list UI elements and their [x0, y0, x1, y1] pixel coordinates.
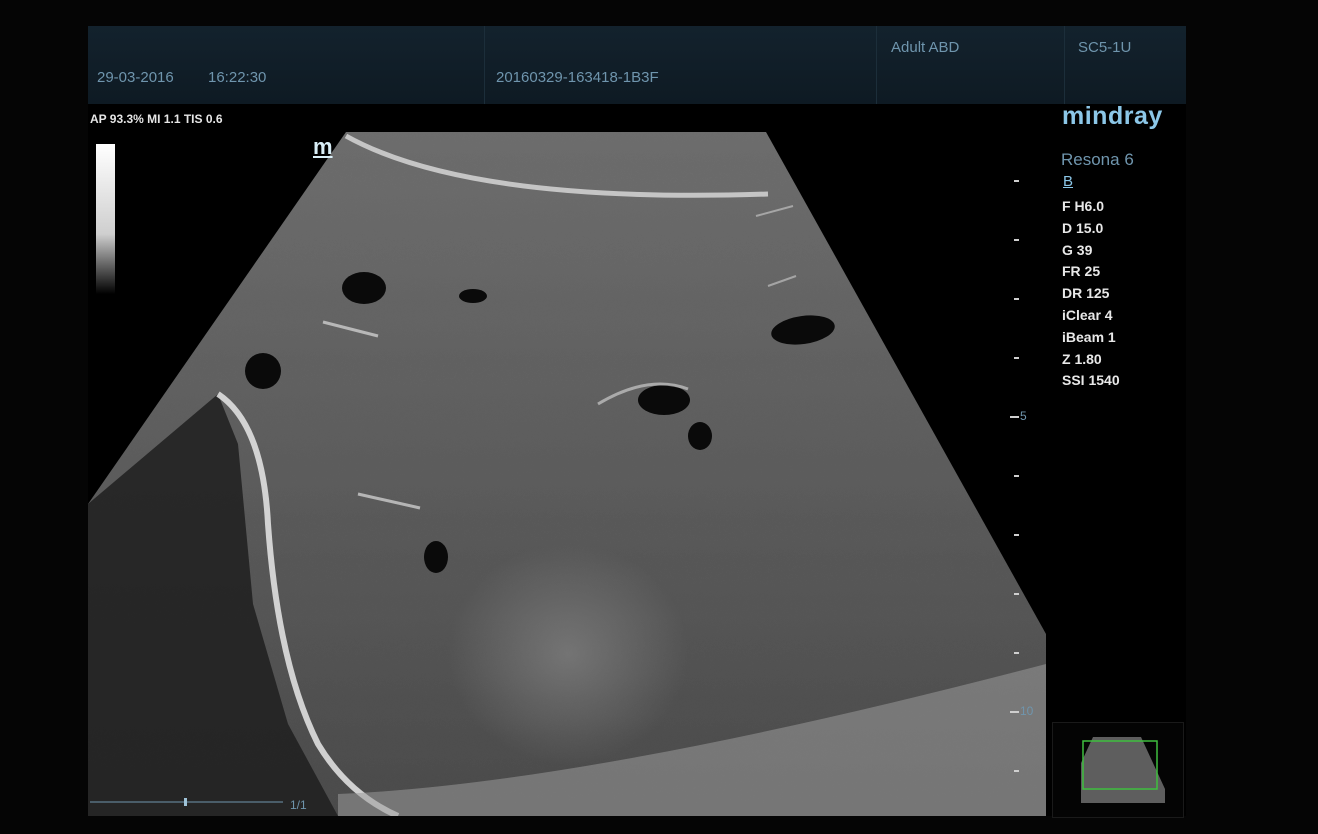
thumbnail-image [1081, 737, 1165, 803]
system-model: Resona 6 [1061, 150, 1134, 169]
param-frequency: F H6.0 [1062, 198, 1105, 214]
orientation-marker: m [313, 134, 333, 159]
header-cell-probe [1064, 26, 1186, 104]
ultrasound-screen: 29-03-2016 16:22:30 20160329-163418-1B3F… [88, 26, 1186, 818]
param-zoom: Z 1.80 [1062, 350, 1102, 367]
patient-id[interactable]: 20160329-163418-1B3F [496, 69, 659, 86]
depth-label-5: 5 [1020, 409, 1027, 423]
brand-logo: mindray [1062, 102, 1163, 130]
imaging-parameters: F H6.0 D 15.0 G 39 FR 25 DR 125 iClear 4… [1062, 196, 1120, 392]
exam-date: 29-03-2016 [97, 69, 174, 86]
info-header-bar: 29-03-2016 16:22:30 20160329-163418-1B3F… [88, 26, 1186, 104]
probe-name[interactable]: SC5-1U [1078, 39, 1131, 56]
imaging-mode: B [1063, 173, 1074, 190]
header-cell-datetime [88, 26, 485, 104]
header-cell-patient [484, 26, 877, 104]
param-sound-speed: SSI 1540 [1062, 372, 1120, 389]
param-ibeam: iBeam 1 [1062, 328, 1116, 345]
exam-time: 16:22:30 [208, 69, 267, 86]
param-depth: D 15.0 [1062, 219, 1104, 236]
header-cell-preset [876, 26, 1065, 104]
cine-frame-counter: 1/1 [290, 798, 307, 812]
exam-preset[interactable]: Adult ABD [891, 39, 959, 56]
param-frame-rate: FR 25 [1062, 263, 1101, 280]
param-iclear: iClear 4 [1062, 306, 1113, 323]
param-dynamic-range: DR 125 [1062, 285, 1110, 302]
param-gain: G 39 [1062, 241, 1093, 258]
zoom-thumbnail[interactable] [1052, 722, 1184, 818]
depth-label-10: 10 [1020, 704, 1034, 718]
